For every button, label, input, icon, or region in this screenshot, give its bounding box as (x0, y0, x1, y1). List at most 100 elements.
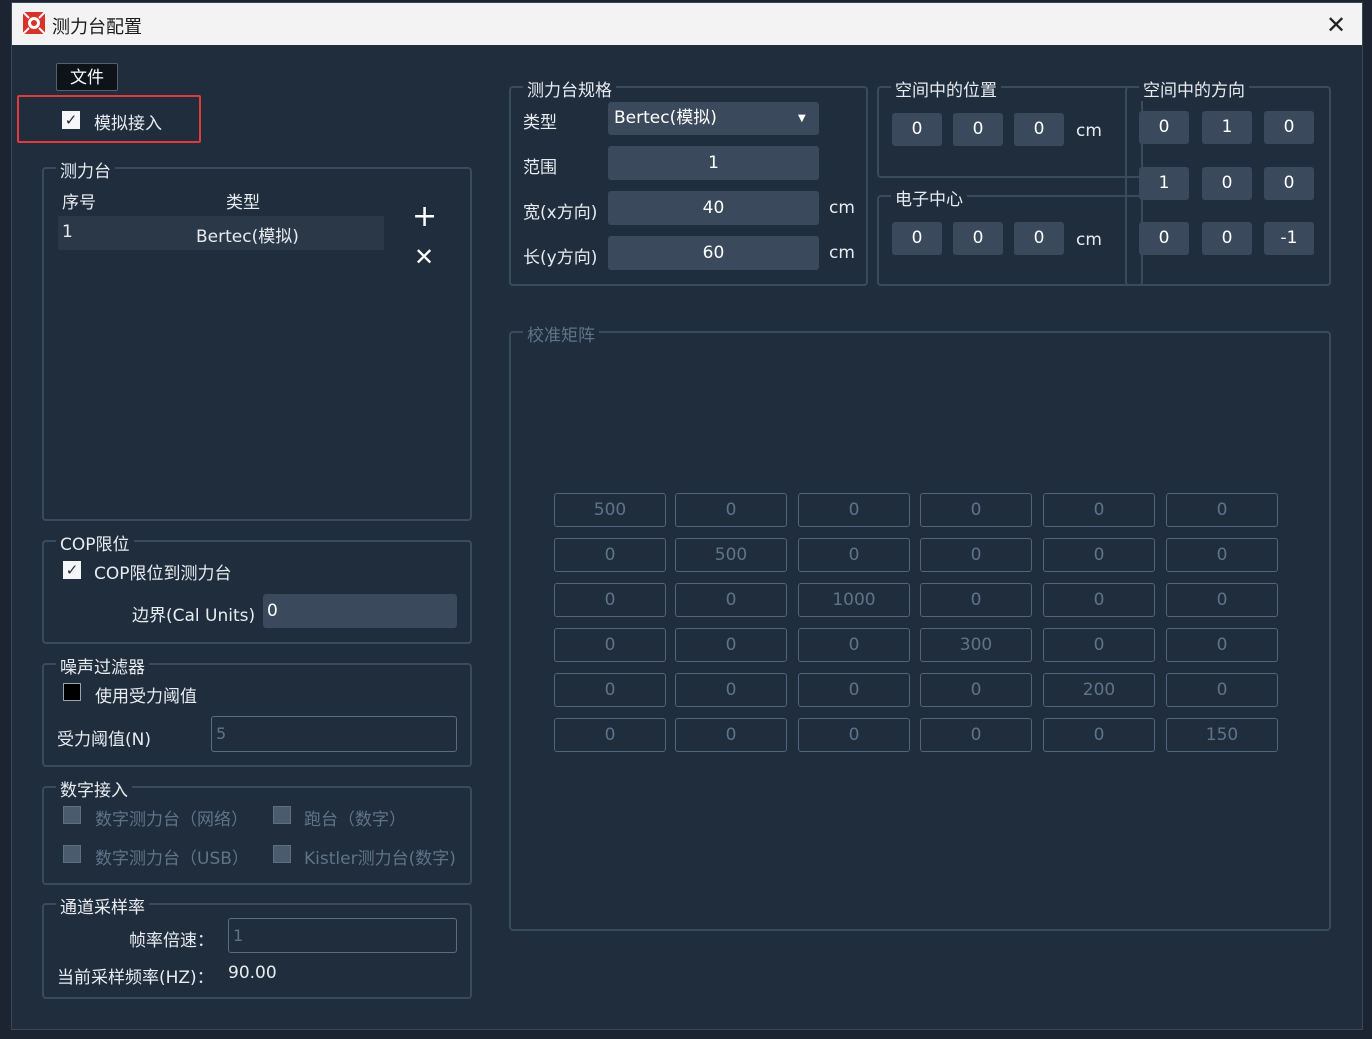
threshold-input[interactable]: 5 (211, 716, 457, 752)
matrix-cell[interactable]: 200 (1043, 673, 1155, 707)
matrix-cell[interactable]: 500 (554, 493, 666, 527)
file-menu-button[interactable]: 文件 (56, 63, 118, 91)
position-y-input[interactable]: 0 (953, 113, 1003, 146)
close-icon[interactable]: ✕ (1326, 11, 1346, 39)
cop-checkbox-label: COP限位到测力台 (94, 564, 232, 584)
orientation-legend: 空间中的方向 (1139, 76, 1249, 101)
spec-width-input[interactable]: 40 (608, 191, 819, 225)
matrix-cell[interactable]: 0 (1166, 493, 1278, 527)
matrix-cell[interactable]: 0 (1166, 673, 1278, 707)
matrix-cell[interactable]: 0 (798, 538, 910, 572)
digital-network-checkbox[interactable] (63, 806, 81, 828)
cop-group (42, 540, 472, 644)
center-legend: 电子中心 (891, 185, 967, 210)
threshold-checkbox[interactable] (63, 683, 81, 705)
matrix-cell[interactable]: 0 (798, 673, 910, 707)
remove-icon[interactable]: ✕ (414, 243, 434, 271)
matrix-cell[interactable]: 0 (920, 493, 1032, 527)
column-header-type: 类型 (226, 193, 260, 213)
matrix-cell[interactable]: 0 (554, 718, 666, 752)
matrix-cell[interactable]: 0 (920, 718, 1032, 752)
matrix-cell[interactable]: 150 (1166, 718, 1278, 752)
spec-width-unit: cm (829, 198, 855, 218)
checkbox-empty-icon[interactable] (63, 683, 81, 701)
matrix-cell[interactable]: 0 (1166, 538, 1278, 572)
matrix-cell[interactable]: 0 (1166, 583, 1278, 617)
cop-checkbox[interactable]: ✓ (63, 560, 81, 579)
spec-width-label: 宽(x方向) (523, 203, 598, 223)
orientation-cell[interactable]: 1 (1202, 111, 1252, 144)
checkbox-disabled-icon (63, 806, 81, 824)
orientation-cell[interactable]: 1 (1139, 167, 1189, 200)
matrix-cell[interactable]: 0 (554, 538, 666, 572)
matrix-cell[interactable]: 0 (1043, 628, 1155, 662)
matrix-cell[interactable]: 0 (1043, 718, 1155, 752)
spec-type-value: Bertec(模拟) (614, 108, 717, 128)
matrix-cell[interactable]: 0 (1166, 628, 1278, 662)
orientation-cell[interactable]: 0 (1139, 222, 1189, 255)
matrix-cell[interactable]: 0 (675, 673, 787, 707)
orientation-cell[interactable]: 0 (1139, 111, 1189, 144)
cop-legend: COP限位 (56, 530, 134, 555)
matrix-cell[interactable]: 0 (798, 628, 910, 662)
chevron-down-icon: ▼ (798, 113, 806, 124)
sampling-freq-label: 当前采样频率(HZ)： (57, 968, 214, 988)
orientation-cell[interactable]: -1 (1264, 222, 1314, 255)
orientation-cell[interactable]: 0 (1264, 167, 1314, 200)
checkbox-disabled-icon (273, 806, 291, 824)
matrix-cell[interactable]: 0 (675, 493, 787, 527)
title-bar: 测力台配置 ✕ (12, 3, 1362, 45)
digital-usb-checkbox[interactable] (63, 845, 81, 867)
multiplier-input[interactable]: 1 (228, 918, 457, 953)
matrix-cell[interactable]: 0 (554, 673, 666, 707)
position-x-input[interactable]: 0 (892, 113, 942, 146)
matrix-cell[interactable]: 0 (554, 583, 666, 617)
matrix-cell[interactable]: 0 (798, 718, 910, 752)
position-z-input[interactable]: 0 (1014, 113, 1064, 146)
simulate-checkbox[interactable]: ✓ (62, 110, 80, 129)
multiplier-label: 帧率倍速： (129, 931, 214, 951)
matrix-cell[interactable]: 0 (675, 628, 787, 662)
orientation-cell[interactable]: 0 (1264, 111, 1314, 144)
orientation-cell[interactable]: 0 (1202, 222, 1252, 255)
matrix-cell[interactable]: 0 (554, 628, 666, 662)
spec-length-unit: cm (829, 243, 855, 263)
center-z-input[interactable]: 0 (1014, 222, 1064, 255)
spec-type-select[interactable]: Bertec(模拟) ▼ (608, 102, 819, 135)
border-input[interactable]: 0 (263, 594, 457, 628)
matrix-cell[interactable]: 0 (920, 583, 1032, 617)
kistler-checkbox[interactable] (273, 845, 291, 867)
spec-range-input[interactable]: 1 (608, 146, 819, 180)
matrix-cell[interactable]: 0 (1043, 538, 1155, 572)
matrix-cell[interactable]: 0 (920, 538, 1032, 572)
add-icon[interactable]: + (412, 199, 437, 234)
forceplate-list-legend: 测力台 (56, 157, 115, 182)
matrix-cell[interactable]: 0 (675, 718, 787, 752)
spec-length-input[interactable]: 60 (608, 236, 819, 270)
orientation-cell[interactable]: 0 (1202, 167, 1252, 200)
forceplate-config-window: 测力台配置 ✕ 文件 ✓ 模拟接入 测力台 序号 类型 1 Bertec(模拟)… (11, 2, 1363, 1030)
matrix-cell[interactable]: 500 (675, 538, 787, 572)
matrix-cell[interactable]: 0 (798, 493, 910, 527)
matrix-cell[interactable]: 300 (920, 628, 1032, 662)
row-index: 1 (62, 222, 73, 242)
checkbox-checked-icon[interactable]: ✓ (62, 111, 80, 129)
matrix-cell[interactable]: 0 (675, 583, 787, 617)
noise-filter-legend: 噪声过滤器 (56, 653, 149, 678)
center-unit: cm (1076, 230, 1102, 250)
spec-length-label: 长(y方向) (523, 248, 598, 268)
checkbox-checked-icon[interactable]: ✓ (63, 561, 81, 579)
window-title: 测力台配置 (52, 17, 142, 38)
matrix-cell[interactable]: 0 (1043, 583, 1155, 617)
matrix-cell[interactable]: 1000 (798, 583, 910, 617)
sampling-freq-value: 90.00 (228, 963, 277, 983)
spec-type-label: 类型 (523, 113, 557, 133)
center-y-input[interactable]: 0 (953, 222, 1003, 255)
matrix-cell[interactable]: 0 (1043, 493, 1155, 527)
treadmill-label: 跑台（数字） (304, 810, 406, 830)
digital-usb-label: 数字测力台（USB） (95, 849, 249, 869)
treadmill-checkbox[interactable] (273, 806, 291, 828)
center-x-input[interactable]: 0 (892, 222, 942, 255)
checkbox-disabled-icon (63, 845, 81, 863)
matrix-cell[interactable]: 0 (920, 673, 1032, 707)
